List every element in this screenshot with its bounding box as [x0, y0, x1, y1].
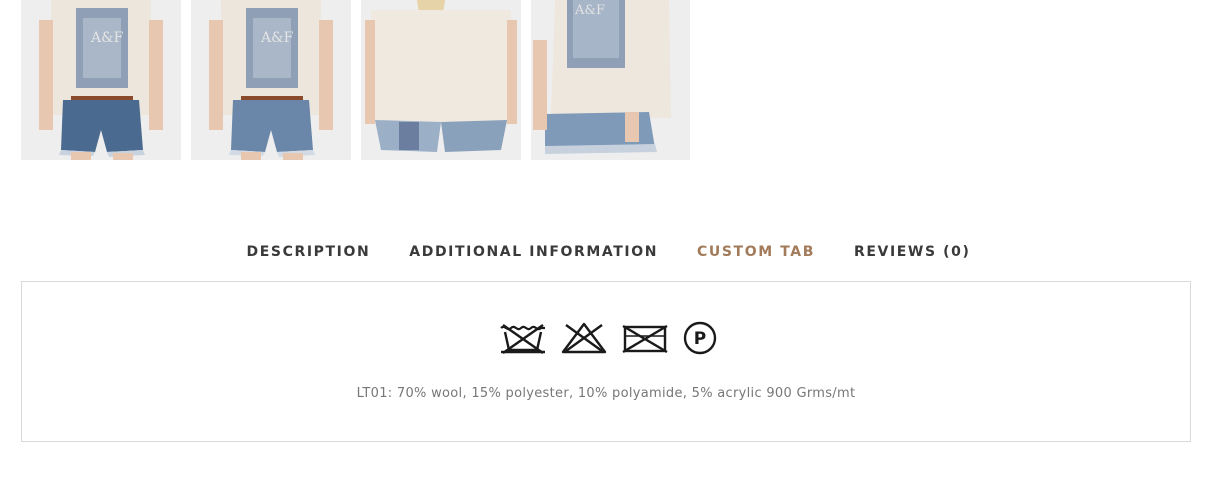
svg-text:A&F: A&F	[90, 30, 124, 46]
composition-text: LT01: 70% wool, 15% polyester, 10% polya…	[356, 386, 856, 401]
product-page: A&F A&F A&F DESCRIPTION ADDITIONAL INFOR…	[0, 0, 1214, 486]
dry-clean-p-icon: P	[683, 321, 717, 355]
custom-tab-panel: P LT01: 70% wool, 15% polyester, 10% pol…	[21, 281, 1191, 442]
do-not-bleach-icon	[561, 322, 607, 354]
tab-reviews[interactable]: REVIEWS (0)	[854, 240, 971, 264]
svg-text:A&F: A&F	[260, 30, 294, 46]
care-icons: P	[499, 320, 731, 356]
product-image-back	[361, 0, 521, 160]
tab-custom[interactable]: CUSTOM TAB	[697, 240, 815, 264]
product-image-front: A&F	[191, 0, 351, 160]
product-image-front: A&F	[21, 0, 181, 160]
svg-text:A&F: A&F	[574, 3, 605, 18]
product-thumbnail[interactable]: A&F	[191, 0, 351, 160]
tab-description[interactable]: DESCRIPTION	[247, 240, 371, 264]
dry-clean-letter: P	[694, 329, 706, 349]
tab-additional-information[interactable]: ADDITIONAL INFORMATION	[409, 240, 658, 264]
do-not-tumble-dry-icon	[622, 324, 668, 354]
product-thumbnail[interactable]: A&F	[21, 0, 181, 160]
product-thumbnail[interactable]: A&F	[531, 0, 690, 160]
product-tabs: DESCRIPTION ADDITIONAL INFORMATION CUSTO…	[0, 240, 1214, 264]
do-not-wash-icon	[500, 324, 545, 354]
product-thumbnail[interactable]	[361, 0, 521, 160]
product-image-side: A&F	[531, 0, 690, 160]
thumbnail-gallery: A&F A&F A&F	[21, 0, 690, 160]
